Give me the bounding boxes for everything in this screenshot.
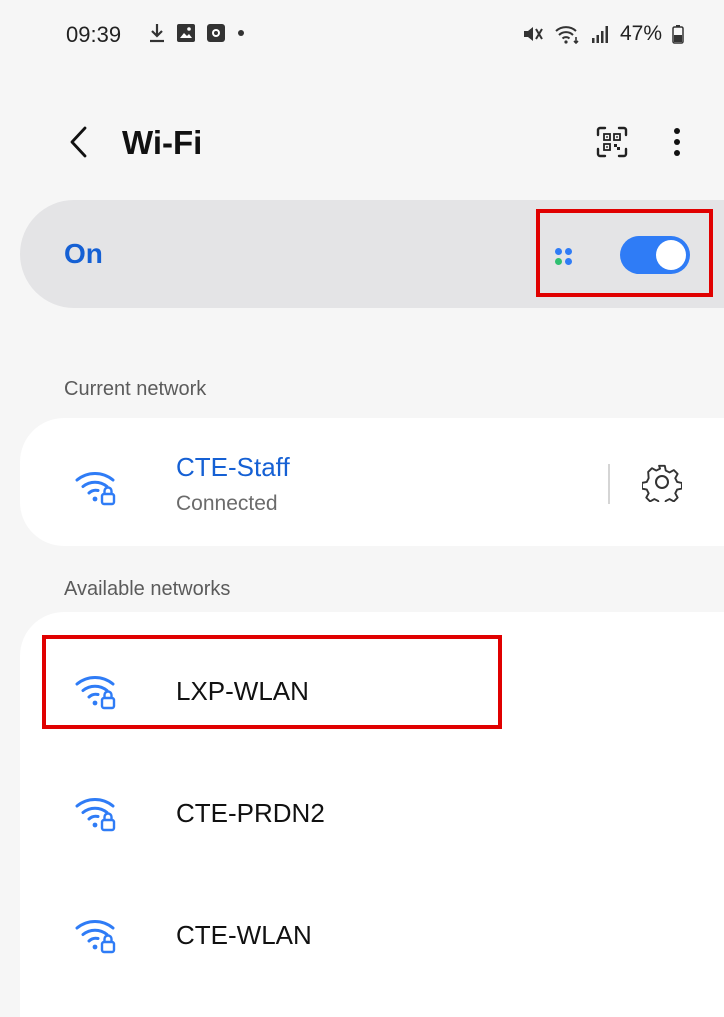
download-icon — [148, 22, 166, 44]
network-row-cte-wlan[interactable]: CTE-WLAN — [20, 882, 724, 982]
more-options-button[interactable] — [660, 120, 694, 168]
network-row-cte-prdn2[interactable]: CTE-PRDN2 — [20, 762, 724, 862]
status-left-icons — [148, 22, 246, 44]
app-header: Wi-Fi — [0, 108, 724, 178]
wifi-toggle-knob — [656, 240, 686, 270]
available-networks-label: Available networks — [64, 578, 231, 600]
wifi-advanced-dots-icon[interactable] — [555, 248, 573, 266]
network-name: CTE-PRDN2 — [176, 798, 325, 828]
network-name: CTE-WLAN — [176, 920, 312, 950]
mute-icon — [522, 24, 544, 44]
notification-icon — [206, 23, 226, 43]
wifi-lock-icon — [74, 670, 120, 710]
signal-icon — [590, 24, 610, 44]
available-networks-list: LXP-WLAN CTE-PRDN2 CTE-WLAN — [20, 612, 724, 1017]
gear-icon — [641, 462, 683, 507]
status-right: 47% — [522, 22, 684, 46]
more-vert-icon — [673, 127, 681, 162]
wifi-toggle-label: On — [64, 238, 103, 269]
battery-percent: 47% — [619, 22, 662, 45]
chevron-left-icon — [67, 125, 89, 164]
dot-icon — [236, 28, 246, 38]
page-title: Wi-Fi — [122, 124, 203, 161]
wifi-lock-icon — [74, 792, 120, 832]
back-button[interactable] — [56, 122, 100, 166]
network-row-lxp-wlan[interactable]: LXP-WLAN — [20, 642, 724, 742]
network-name: LXP-WLAN — [176, 676, 309, 706]
wifi-lock-icon — [74, 466, 120, 506]
current-network-name: CTE-Staff — [176, 452, 290, 482]
network-settings-button[interactable] — [638, 460, 686, 508]
wifi-toggle-row[interactable]: On — [20, 200, 724, 308]
current-network-row[interactable]: CTE-Staff Connected — [20, 432, 724, 532]
qr-scan-button[interactable] — [588, 120, 636, 168]
wifi-status-icon — [554, 24, 580, 44]
status-time: 09:39 — [66, 22, 122, 47]
wifi-lock-icon — [74, 914, 120, 954]
wifi-toggle-switch[interactable] — [620, 236, 690, 274]
current-network-status: Connected — [176, 492, 278, 515]
image-icon — [176, 23, 196, 43]
qr-scan-icon — [594, 124, 630, 165]
current-network-label: Current network — [64, 378, 207, 400]
divider — [608, 464, 610, 504]
status-bar: 09:39 47% — [0, 0, 724, 64]
current-network-card: CTE-Staff Connected — [20, 418, 724, 546]
battery-icon — [672, 24, 684, 44]
